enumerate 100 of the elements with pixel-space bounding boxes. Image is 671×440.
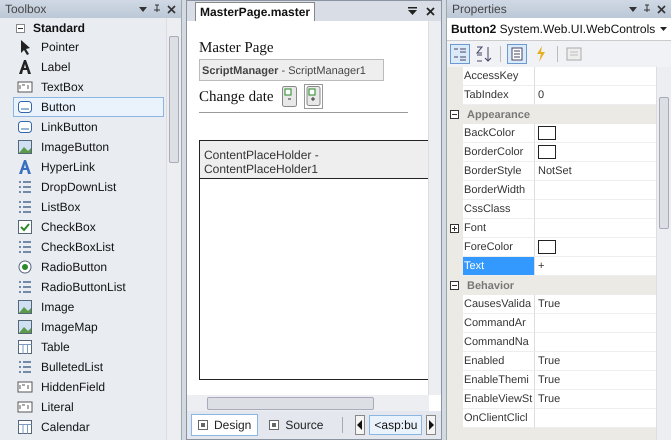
property-name[interactable]: BorderWidth (463, 181, 535, 200)
categorized-icon[interactable] (450, 44, 470, 64)
toolbox-item[interactable]: CheckBoxList (13, 237, 164, 257)
property-name[interactable]: Enabled (463, 352, 535, 371)
property-value-cell[interactable]: True (535, 390, 656, 409)
label-icon (17, 59, 33, 75)
toolbox-item[interactable]: HiddenField (13, 377, 164, 397)
color-swatch (538, 240, 556, 254)
property-name[interactable]: TabIndex (463, 86, 535, 105)
button-icon (17, 119, 33, 135)
content-placeholder[interactable]: ContentPlaceHolder - ContentPlaceHolder1 (199, 140, 428, 380)
properties-list-icon[interactable] (507, 44, 527, 64)
property-name[interactable]: BorderStyle (463, 162, 535, 181)
scrollbar[interactable] (166, 18, 181, 440)
button-control-icon[interactable] (304, 84, 324, 110)
toolbox-item[interactable]: LinkButton (13, 117, 164, 137)
expand-icon[interactable] (450, 224, 459, 233)
radio-icon (17, 259, 33, 275)
property-name[interactable]: ForeColor (463, 238, 535, 257)
toolbox-item[interactable]: DropDownList (13, 177, 164, 197)
property-name[interactable]: CssClass (463, 200, 535, 219)
collapse-icon[interactable] (450, 281, 459, 290)
property-value-cell[interactable] (535, 143, 656, 162)
dropdown-icon[interactable] (139, 6, 147, 12)
check-icon (17, 219, 33, 235)
property-value-cell[interactable] (535, 67, 656, 86)
list-icon (17, 279, 33, 295)
category-label: Appearance (467, 108, 530, 120)
previous-icon[interactable] (355, 415, 366, 435)
close-icon[interactable] (167, 4, 176, 14)
property-value-cell[interactable]: True (535, 295, 656, 314)
property-value-cell[interactable] (535, 238, 656, 257)
image-icon (17, 299, 33, 315)
property-value-cell[interactable]: True (535, 371, 656, 390)
collapse-icon[interactable] (16, 24, 25, 32)
toolbox-item[interactable]: Label (13, 57, 164, 77)
property-value-cell[interactable]: NotSet (535, 162, 656, 181)
list-icon (17, 359, 33, 375)
property-value-cell[interactable] (535, 333, 656, 352)
toolbox-item[interactable]: Button (13, 97, 164, 117)
toolbox-item[interactable]: RadioButton (13, 257, 164, 277)
property-name[interactable]: AccessKey (463, 67, 535, 86)
dropdown-icon[interactable] (660, 27, 667, 31)
placeholder-title: ContentPlaceHolder - ContentPlaceHolder1 (200, 141, 428, 179)
dropdown-icon[interactable] (629, 6, 637, 12)
close-icon[interactable] (426, 6, 435, 16)
script-manager-control[interactable]: ScriptManager - ScriptManager1 (199, 59, 384, 81)
property-value-cell[interactable] (535, 219, 656, 238)
scrollbar[interactable] (656, 67, 671, 440)
category-label: Behavior (467, 280, 514, 292)
property-value-cell[interactable] (535, 181, 656, 200)
toolbox-item[interactable]: Calendar (13, 417, 164, 437)
property-name[interactable]: EnableThemi (463, 371, 535, 390)
color-swatch (538, 126, 556, 140)
view-icon (269, 420, 280, 430)
toolbox-item[interactable]: RadioButtonList (13, 277, 164, 297)
group-label[interactable]: Standard (33, 21, 86, 35)
property-value-cell[interactable] (535, 409, 656, 428)
property-name[interactable]: EnableViewSt (463, 390, 535, 409)
property-value-cell[interactable] (535, 124, 656, 143)
collapse-icon[interactable] (450, 110, 459, 119)
scrollbar[interactable] (428, 21, 441, 395)
document-tab[interactable]: MasterPage.master (195, 2, 316, 21)
property-name[interactable]: CommandAr (463, 314, 535, 333)
view-tab[interactable]: Design (191, 414, 258, 436)
toolbox-item[interactable]: TextBox (13, 77, 164, 97)
toolbox-item[interactable]: ImageButton (13, 137, 164, 157)
toolbox-item[interactable]: Pointer (13, 37, 164, 57)
property-name[interactable]: BackColor (463, 124, 535, 143)
toolbox-item[interactable]: Literal (13, 397, 164, 417)
property-value-cell[interactable] (535, 200, 656, 219)
toolbox-item[interactable]: BulletedList (13, 357, 164, 377)
pin-icon[interactable] (643, 4, 651, 14)
next-icon[interactable] (426, 415, 436, 435)
property-value-cell[interactable] (535, 314, 656, 333)
property-value-cell[interactable]: + (535, 257, 656, 276)
tag-breadcrumb[interactable]: <asp:bu (369, 415, 422, 435)
property-value-cell[interactable]: True (535, 352, 656, 371)
horizontal-scrollbar[interactable] (187, 395, 429, 411)
property-name[interactable]: OnClientClicl (463, 409, 535, 428)
property-name[interactable]: Font (463, 219, 535, 238)
toolbox-item[interactable]: CheckBox (13, 217, 164, 237)
toolbox-item[interactable]: HyperLink (13, 157, 164, 177)
dropdown-icon[interactable] (408, 6, 417, 14)
property-name[interactable]: CommandNa (463, 333, 535, 352)
toolbox-item[interactable]: Image (13, 297, 164, 317)
toolbox-item[interactable]: ListBox (13, 197, 164, 217)
page-label: Change date (199, 88, 274, 106)
property-name[interactable]: CausesValida (463, 295, 535, 314)
sort-icon[interactable] (474, 44, 494, 64)
close-icon[interactable] (657, 4, 666, 14)
property-name[interactable]: BorderColor (463, 143, 535, 162)
property-value-cell[interactable]: 0 (535, 86, 656, 105)
toolbox-item[interactable]: Table (13, 337, 164, 357)
toolbox-item[interactable]: ImageMap (13, 317, 164, 337)
pin-icon[interactable] (153, 4, 161, 14)
view-tab[interactable]: Source (262, 414, 330, 436)
label-icon (17, 159, 33, 175)
table-icon (17, 419, 33, 435)
list-icon (17, 199, 33, 215)
